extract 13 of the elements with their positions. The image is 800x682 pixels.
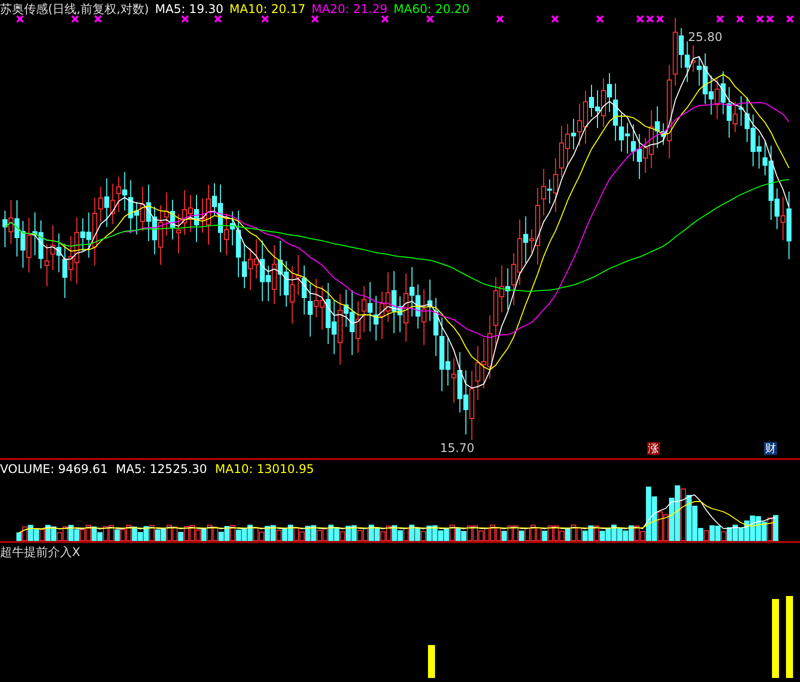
- ma-legend: MA5: 19.30: [155, 2, 224, 16]
- ma-legend: MA10: 20.17: [229, 2, 306, 16]
- chart-title: 苏奥传感(日线,前复权,对数): [0, 0, 149, 18]
- volume-legend: MA5: 12525.30: [116, 462, 208, 476]
- volume-legend: VOLUME: 9469.61: [0, 462, 108, 476]
- low-price-label: 15.70: [440, 441, 474, 455]
- high-price-label: 25.80: [688, 30, 722, 44]
- event-marker[interactable]: 涨: [647, 442, 660, 455]
- ma-legend: MA60: 20.20: [394, 2, 470, 16]
- volume-legend: MA10: 13010.95: [215, 462, 314, 476]
- indicator-title: 超牛提前介入X: [0, 544, 80, 560]
- event-marker[interactable]: 财: [764, 442, 777, 455]
- ma-legend: MA20: 21.29: [311, 2, 388, 16]
